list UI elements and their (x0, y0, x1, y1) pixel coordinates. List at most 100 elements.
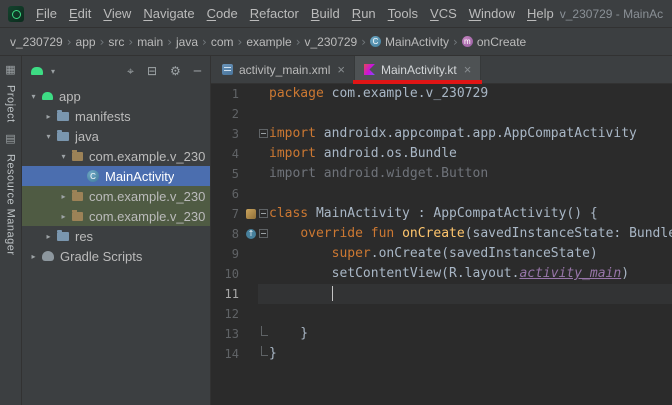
menu-item-navigate[interactable]: Navigate (137, 6, 200, 21)
line-number: 1 (231, 87, 239, 101)
collapse-all-icon[interactable]: ⊟ (147, 65, 157, 77)
android-view-icon[interactable] (31, 67, 43, 75)
chevron-collapsed-icon[interactable]: ▸ (58, 192, 69, 201)
fold-collapse-icon[interactable] (259, 129, 268, 138)
menu-item-view[interactable]: View (97, 6, 137, 21)
chevron-down-icon[interactable]: ▾ (51, 67, 55, 76)
breadcrumb-item-v-230729[interactable]: v_230729 (305, 35, 358, 49)
code-text[interactable] (269, 304, 672, 324)
chevron-collapsed-icon[interactable]: ▸ (58, 212, 69, 221)
code-line-4: 4 import android.os.Bundle (211, 144, 672, 164)
breadcrumb-label: v_230729 (304, 34, 358, 49)
fold-column (258, 244, 269, 264)
bookmarks-icon[interactable]: ▤ (5, 133, 15, 144)
menu-item-refactor[interactable]: Refactor (244, 6, 305, 21)
project-window-icon[interactable]: ▦ (5, 64, 15, 75)
chevron-collapsed-icon[interactable]: ▸ (43, 112, 54, 121)
code-text[interactable]: import android.os.Bundle (269, 144, 672, 164)
breadcrumb-item-oncreate[interactable]: m onCreate (461, 35, 526, 49)
override-gutter-icon[interactable]: ↑ (246, 229, 256, 239)
line-number: 3 (231, 127, 239, 141)
tree-item-label: java (75, 128, 99, 144)
line-number: 11 (224, 287, 239, 301)
breadcrumb-label: example (246, 34, 292, 49)
breadcrumb-item-app[interactable]: app (76, 35, 96, 49)
method-icon: m (461, 36, 473, 47)
code-token: super (331, 246, 371, 261)
code-text[interactable]: class MainActivity : AppCompatActivity()… (269, 204, 672, 224)
code-text[interactable]: import android.widget.Button (269, 164, 672, 184)
breadcrumb-item-v-230729[interactable]: v_230729 (10, 35, 63, 49)
code-line-6: 6 (211, 184, 672, 204)
breadcrumb-item-src[interactable]: src (108, 35, 124, 49)
tree-item-mainactivity[interactable]: C MainActivity (22, 166, 210, 186)
tab-activity-main-xml[interactable]: activity_main.xml × (213, 56, 355, 83)
chevron-expanded-icon[interactable]: ▾ (43, 132, 54, 141)
menu-item-file[interactable]: File (30, 6, 63, 21)
menu-item-run[interactable]: Run (346, 6, 382, 21)
breadcrumb-item-mainactivity[interactable]: C MainActivity (370, 35, 449, 49)
menu-item-mnemonic: W (468, 6, 482, 21)
tree-item-com-example-v-230[interactable]: ▸ com.example.v_230 (22, 186, 210, 206)
code-text[interactable]: } (269, 344, 672, 364)
gutter-icon-column (245, 144, 258, 164)
tree-item-label: Gradle Scripts (60, 248, 143, 264)
fold-collapse-icon[interactable] (259, 209, 268, 218)
chevron-expanded-icon[interactable]: ▾ (28, 92, 39, 101)
tree-item-manifests[interactable]: ▸ manifests (22, 106, 210, 126)
locate-file-icon[interactable]: ⌖ (127, 65, 134, 77)
code-text[interactable]: import androidx.appcompat.app.AppCompatA… (269, 124, 672, 144)
settings-gear-icon[interactable]: ⚙ (170, 65, 181, 77)
fold-collapse-icon[interactable] (259, 229, 268, 238)
code-text[interactable] (269, 184, 672, 204)
tree-item-com-example-v-230[interactable]: ▾ com.example.v_230 (22, 146, 210, 166)
code-token: package (269, 86, 324, 101)
tree-item-gradle-scripts[interactable]: ▸ Gradle Scripts (22, 246, 210, 266)
breadcrumb-item-main[interactable]: main (137, 35, 163, 49)
code-text[interactable]: super.onCreate(savedInstanceState) (269, 244, 672, 264)
tree-item-app[interactable]: ▾ app (22, 86, 210, 106)
close-icon[interactable]: × (337, 63, 345, 76)
breadcrumb-label: v_230729 (10, 34, 63, 49)
code-text[interactable]: setContentView(R.layout.activity_main) (269, 264, 672, 284)
menu-item-vcs[interactable]: VCS (424, 6, 463, 21)
menu-item-edit[interactable]: Edit (63, 6, 97, 21)
project-strip-label[interactable]: Project (5, 85, 17, 123)
android-icon (42, 92, 53, 100)
breadcrumb-item-example[interactable]: example (246, 35, 291, 49)
left-tool-window-strip: ▦ Project ▤ Resource Manager (0, 56, 22, 405)
code-token: (savedInstanceState: Bundle?) { (464, 226, 672, 241)
tree-item-java[interactable]: ▾ java (22, 126, 210, 146)
code-text[interactable] (269, 284, 672, 304)
close-icon[interactable]: × (464, 63, 472, 76)
breadcrumb-item-com[interactable]: com (211, 35, 234, 49)
code-text[interactable]: } (269, 324, 672, 344)
menu-item-tools[interactable]: Tools (382, 6, 424, 21)
chevron-collapsed-icon[interactable]: ▸ (43, 232, 54, 241)
chevron-collapsed-icon[interactable]: ▸ (28, 252, 39, 261)
menu-item-window[interactable]: Window (463, 6, 521, 21)
line-number: 14 (224, 347, 239, 361)
code-editor[interactable]: 1 package com.example.v_230729 2 3 import an… (211, 84, 672, 405)
breadcrumb-separator: › (295, 34, 301, 49)
chevron-expanded-icon[interactable]: ▾ (58, 152, 69, 161)
gutter-icon-column (245, 204, 258, 224)
resource-manager-strip-label[interactable]: Resource Manager (5, 154, 17, 256)
breadcrumb-separator: › (453, 34, 458, 49)
fold-end-marker (261, 346, 268, 356)
breadcrumb-item-java[interactable]: java (176, 35, 198, 49)
tree-item-com-example-v-230[interactable]: ▸ com.example.v_230 (22, 206, 210, 226)
code-text[interactable]: override fun onCreate(savedInstanceState… (269, 224, 672, 244)
tab-mainactivity-kt[interactable]: MainActivity.kt × (352, 56, 483, 84)
code-text[interactable] (269, 104, 672, 124)
code-text[interactable]: package com.example.v_230729 (269, 84, 672, 104)
menu-item-help[interactable]: Help (521, 6, 560, 21)
menu-item-code[interactable]: Code (201, 6, 244, 21)
code-token: class (269, 206, 309, 221)
menu-item-build[interactable]: Build (305, 6, 346, 21)
hide-panel-icon[interactable]: ─ (194, 65, 201, 77)
class-gutter-icon[interactable] (246, 209, 256, 219)
main-area: ▦ Project ▤ Resource Manager ▾ ⌖ ⊟ ⚙ ─ ▾ app ▸ man… (0, 56, 672, 405)
tree-item-res[interactable]: ▸ res (22, 226, 210, 246)
breadcrumb-label: app (75, 34, 96, 49)
